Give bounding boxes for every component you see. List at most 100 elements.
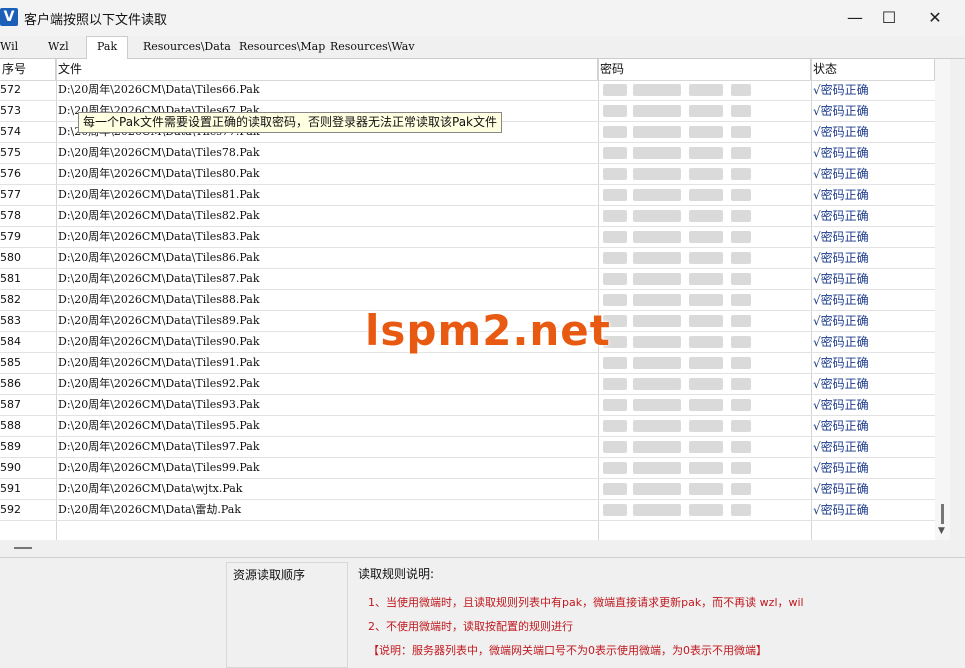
row-status: √密码正确 (813, 104, 869, 118)
table-row[interactable]: 586 D:\20周年\2026CM\Data\Tiles92.Pak √密码正确 (0, 374, 935, 395)
row-file-path: D:\20周年\2026CM\Data\Tiles95.Pak (58, 419, 260, 432)
password-blur (731, 147, 751, 159)
row-index: 583 (0, 314, 21, 327)
table-row[interactable]: 579 D:\20周年\2026CM\Data\Tiles83.Pak √密码正确 (0, 227, 935, 248)
tooltip: 每一个Pak文件需要设置正确的读取密码，否则登录器无法正常读取该Pak文件 (78, 112, 503, 133)
row-file-path: D:\20周年\2026CM\Data\Tiles80.Pak (58, 167, 260, 180)
row-index: 572 (0, 83, 21, 96)
password-blur (603, 210, 627, 222)
row-status: √密码正确 (813, 335, 869, 349)
table-header: 序号 文件 密码 状态 (0, 59, 935, 81)
resource-order-title: 资源读取顺序 (233, 568, 306, 582)
vertical-scrollbar[interactable]: ▼ (935, 59, 950, 540)
password-blur (633, 105, 681, 117)
row-index: 589 (0, 440, 21, 453)
password-blur (633, 252, 681, 264)
table-row[interactable]: 585 D:\20周年\2026CM\Data\Tiles91.Pak √密码正确 (0, 353, 935, 374)
password-blur (689, 315, 723, 327)
password-blur (689, 231, 723, 243)
password-blur (689, 105, 723, 117)
password-blur (689, 504, 723, 516)
password-blur (731, 378, 751, 390)
table-row[interactable]: 592 D:\20周年\2026CM\Data\雷劫.Pak √密码正确 (0, 500, 935, 521)
row-file-path: D:\20周年\2026CM\Data\wjtx.Pak (58, 482, 243, 495)
row-index: 585 (0, 356, 21, 369)
password-blur (731, 210, 751, 222)
password-blur (633, 294, 681, 306)
password-blur (731, 168, 751, 180)
table-row[interactable]: 588 D:\20周年\2026CM\Data\Tiles95.Pak √密码正确 (0, 416, 935, 437)
password-blur (731, 252, 751, 264)
password-blur (633, 378, 681, 390)
password-blur (603, 84, 627, 96)
password-blur (689, 294, 723, 306)
tab-pak[interactable]: Pak (86, 36, 129, 59)
password-blur (633, 399, 681, 411)
column-header-index[interactable]: 序号 (0, 59, 56, 80)
table-row[interactable]: 589 D:\20周年\2026CM\Data\Tiles97.Pak √密码正确 (0, 437, 935, 458)
password-blur (689, 252, 723, 264)
password-blur (633, 231, 681, 243)
password-blur (603, 357, 627, 369)
horizontal-scroll-thumb[interactable] (14, 547, 32, 549)
password-blur (633, 273, 681, 285)
row-file-path: D:\20周年\2026CM\Data\Tiles81.Pak (58, 188, 260, 201)
tab-wil[interactable]: Wil (0, 38, 18, 56)
scroll-down-arrow-icon[interactable]: ▼ (938, 526, 945, 536)
maximize-button[interactable]: ☐ (869, 4, 909, 32)
password-blur (689, 441, 723, 453)
password-blur (603, 399, 627, 411)
table-row[interactable]: 575 D:\20周年\2026CM\Data\Tiles78.Pak √密码正确 (0, 143, 935, 164)
table-row[interactable]: 581 D:\20周年\2026CM\Data\Tiles87.Pak √密码正确 (0, 269, 935, 290)
vertical-scroll-thumb[interactable] (941, 504, 944, 524)
password-blur (603, 483, 627, 495)
row-file-path: D:\20周年\2026CM\Data\Tiles66.Pak (58, 83, 260, 96)
password-blur (731, 294, 751, 306)
password-blur (603, 420, 627, 432)
tab-wzl[interactable]: Wzl (48, 38, 69, 56)
horizontal-scrollbar[interactable] (0, 540, 950, 556)
row-status: √密码正确 (813, 419, 869, 433)
tab-resources-data[interactable]: Resources\Data (143, 38, 231, 56)
password-blur (633, 315, 681, 327)
tab-strip: Wil Wzl Pak Resources\Data Resources\Map… (0, 36, 965, 59)
password-blur (689, 420, 723, 432)
table-body: 572 D:\20周年\2026CM\Data\Tiles66.Pak √密码正确 5… (0, 80, 935, 521)
row-file-path: D:\20周年\2026CM\Data\Tiles97.Pak (58, 440, 260, 453)
bottom-panel: 资源读取顺序 读取规则说明: 1、当使用微端时，且读取规则列表中有pak，微端直… (0, 557, 965, 668)
watermark-text: lspm2.net (365, 306, 611, 355)
password-blur (603, 378, 627, 390)
table-row[interactable]: 578 D:\20周年\2026CM\Data\Tiles82.Pak √密码正确 (0, 206, 935, 227)
password-blur (731, 399, 751, 411)
close-button[interactable]: ✕ (915, 4, 955, 32)
table-row[interactable]: 590 D:\20周年\2026CM\Data\Tiles99.Pak √密码正确 (0, 458, 935, 479)
password-blur (603, 462, 627, 474)
column-header-password[interactable]: 密码 (598, 59, 811, 80)
row-status: √密码正确 (813, 209, 869, 223)
password-blur (603, 126, 627, 138)
table-row[interactable]: 572 D:\20周年\2026CM\Data\Tiles66.Pak √密码正确 (0, 80, 935, 101)
row-index: 591 (0, 482, 21, 495)
table-row[interactable]: 580 D:\20周年\2026CM\Data\Tiles86.Pak √密码正确 (0, 248, 935, 269)
row-status: √密码正确 (813, 398, 869, 412)
password-blur (633, 210, 681, 222)
tab-resources-map[interactable]: Resources\Map (239, 38, 325, 56)
table-row[interactable]: 577 D:\20周年\2026CM\Data\Tiles81.Pak √密码正确 (0, 185, 935, 206)
table-row[interactable]: 576 D:\20周年\2026CM\Data\Tiles80.Pak √密码正确 (0, 164, 935, 185)
row-status: √密码正确 (813, 314, 869, 328)
row-index: 573 (0, 104, 21, 117)
password-blur (689, 336, 723, 348)
rule-line: 2、不使用微端时，读取按配置的规则进行 (368, 620, 573, 633)
password-blur (633, 441, 681, 453)
row-file-path: D:\20周年\2026CM\Data\Tiles92.Pak (58, 377, 260, 390)
password-blur (731, 126, 751, 138)
row-status: √密码正确 (813, 440, 869, 454)
password-blur (603, 294, 627, 306)
table-row[interactable]: 587 D:\20周年\2026CM\Data\Tiles93.Pak √密码正确 (0, 395, 935, 416)
tab-resources-wav[interactable]: Resources\Wav (330, 38, 415, 56)
table-row[interactable]: 591 D:\20周年\2026CM\Data\wjtx.Pak √密码正确 (0, 479, 935, 500)
password-blur (633, 126, 681, 138)
column-header-status[interactable]: 状态 (811, 59, 935, 80)
resource-order-panel[interactable]: 资源读取顺序 (226, 562, 348, 668)
column-header-file[interactable]: 文件 (56, 59, 598, 80)
